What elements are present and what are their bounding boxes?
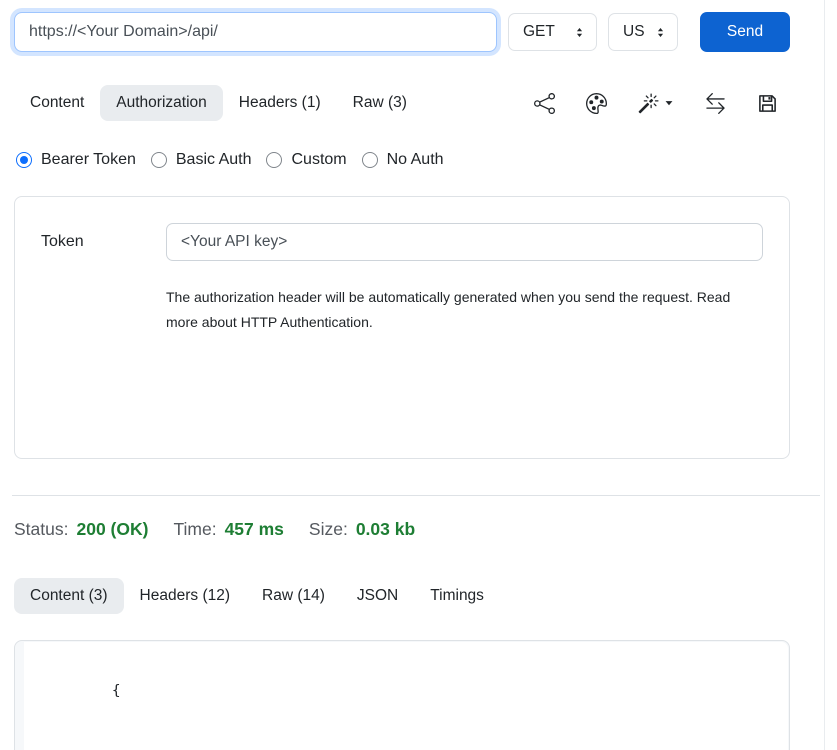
magic-wand-icon (638, 93, 659, 114)
response-json-viewer[interactable]: { "message": "API running." } (24, 642, 788, 750)
radio-label: Bearer Token (41, 151, 136, 169)
radio-no-auth[interactable]: No Auth (362, 151, 444, 169)
time-value: 457 ms (225, 519, 284, 540)
chevron-down-icon (664, 98, 674, 108)
json-message-line: "message": "API running." (42, 728, 770, 750)
radio-label: Custom (291, 151, 346, 169)
radio-bearer-token[interactable]: Bearer Token (16, 151, 136, 169)
share-button[interactable] (534, 93, 555, 114)
time-label: Time: (173, 519, 216, 540)
size-group: Size: 0.03 kb (309, 519, 415, 540)
radio-unselected-icon (151, 152, 167, 168)
status-label: Status: (14, 519, 68, 540)
magic-actions-dropdown[interactable] (638, 93, 674, 114)
api-client-page: GET US Send Content Authorization Header… (14, 0, 790, 750)
scroll-rail-divider (824, 0, 825, 750)
request-bar: GET US Send (14, 12, 790, 52)
palette-icon (586, 93, 607, 114)
token-label: Token (41, 233, 166, 251)
auth-help-text: The authorization header will be automat… (166, 285, 758, 335)
radio-unselected-icon (362, 152, 378, 168)
size-value: 0.03 kb (356, 519, 415, 540)
radio-unselected-icon (266, 152, 282, 168)
response-body-block: { "message": "API running." } (14, 640, 790, 750)
send-button[interactable]: Send (700, 12, 790, 52)
response-tab-headers[interactable]: Headers (12) (124, 578, 246, 614)
radio-custom[interactable]: Custom (266, 151, 346, 169)
token-input[interactable] (166, 223, 763, 261)
bearer-token-panel: Token The authorization header will be a… (14, 196, 790, 459)
radio-selected-icon (16, 152, 32, 168)
response-tab-content[interactable]: Content (3) (14, 578, 124, 614)
region-select-value: US (623, 23, 645, 41)
radio-basic-auth[interactable]: Basic Auth (151, 151, 252, 169)
swap-arrows-icon (705, 93, 726, 114)
select-updown-icon (654, 26, 667, 39)
auth-type-options: Bearer Token Basic Auth Custom No Auth (14, 151, 790, 169)
method-select[interactable]: GET (508, 13, 597, 51)
save-icon (757, 93, 778, 114)
request-tabs-row: Content Authorization Headers (1) Raw (3… (14, 85, 790, 121)
tab-authorization[interactable]: Authorization (100, 85, 222, 121)
response-tabs-row: Content (3) Headers (12) Raw (14) JSON T… (14, 578, 790, 614)
select-updown-icon (573, 26, 586, 39)
method-select-value: GET (523, 23, 555, 41)
status-value: 200 (OK) (76, 519, 148, 540)
section-divider (12, 495, 820, 496)
theme-button[interactable] (586, 93, 607, 114)
region-select[interactable]: US (608, 13, 678, 51)
tab-raw[interactable]: Raw (3) (337, 85, 423, 121)
radio-label: Basic Auth (176, 151, 252, 169)
status-group: Status: 200 (OK) (14, 519, 148, 540)
response-summary: Status: 200 (OK) Time: 457 ms Size: 0.03… (14, 519, 790, 540)
response-tab-timings[interactable]: Timings (414, 578, 500, 614)
json-open-brace: { (42, 654, 770, 728)
swap-requests-button[interactable] (705, 93, 726, 114)
url-input[interactable] (14, 12, 497, 52)
token-row: Token (41, 223, 763, 261)
time-group: Time: 457 ms (173, 519, 283, 540)
request-toolbar (534, 93, 790, 114)
response-tab-raw[interactable]: Raw (14) (246, 578, 341, 614)
response-tab-json[interactable]: JSON (341, 578, 414, 614)
save-request-button[interactable] (757, 93, 778, 114)
tab-headers[interactable]: Headers (1) (223, 85, 337, 121)
tab-content[interactable]: Content (14, 85, 100, 121)
radio-label: No Auth (387, 151, 444, 169)
size-label: Size: (309, 519, 348, 540)
share-icon (534, 93, 555, 114)
